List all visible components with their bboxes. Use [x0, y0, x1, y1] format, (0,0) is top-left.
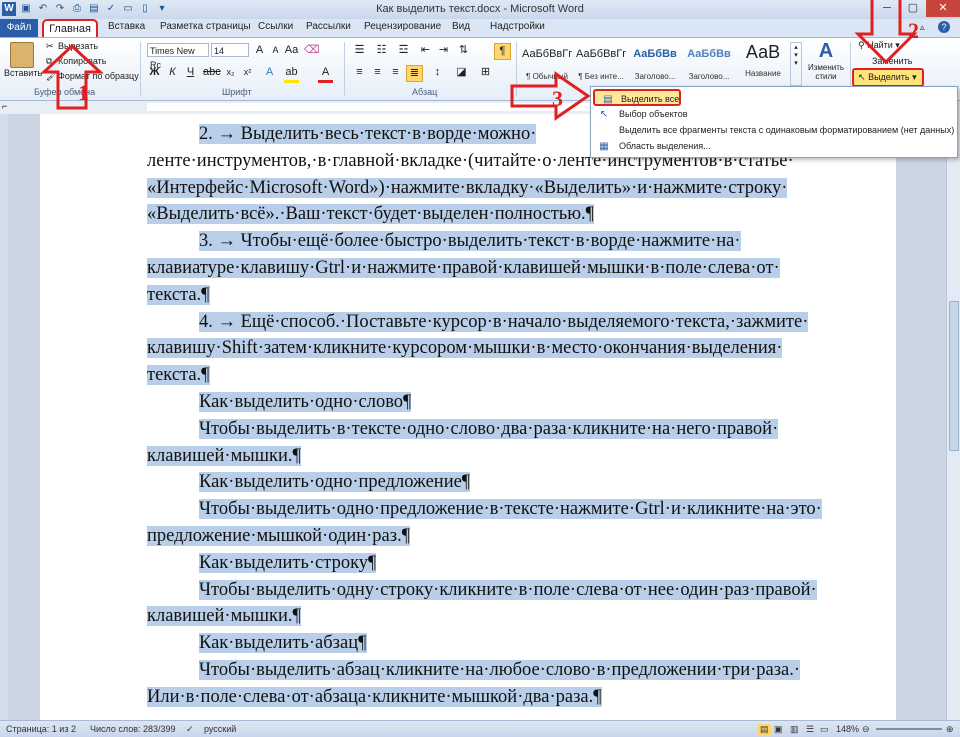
annotation-arrows	[40, 0, 918, 121]
zoom-out-icon[interactable]: ⊖	[862, 724, 870, 735]
status-bar: Страница: 1 из 2 Число слов: 283/399 ✓ р…	[0, 720, 960, 737]
language[interactable]: русский	[204, 724, 236, 734]
annotation-number-3: 3	[552, 86, 563, 111]
page-count[interactable]: Страница: 1 из 2	[6, 724, 76, 734]
arrow-3	[510, 71, 591, 121]
arrow-1	[40, 43, 104, 110]
zoom-level[interactable]: 148%	[836, 724, 859, 734]
annotation-number-2: 2	[908, 18, 919, 43]
view-full-screen-icon[interactable]: ▣	[774, 724, 783, 735]
zoom-in-icon[interactable]: ⊕	[946, 724, 954, 735]
zoom-slider[interactable]	[876, 728, 942, 730]
arrow-2	[854, 0, 918, 65]
view-draft-icon[interactable]: ▭	[820, 724, 829, 735]
view-web-icon[interactable]: ▥	[790, 724, 799, 735]
annotation-number-1: 1	[78, 80, 89, 105]
spellcheck-icon[interactable]: ✓	[186, 724, 194, 735]
view-outline-icon[interactable]: ☰	[806, 724, 814, 735]
view-print-layout-icon[interactable]: ▤	[758, 724, 771, 735]
word-count[interactable]: Число слов: 283/399	[90, 724, 176, 734]
